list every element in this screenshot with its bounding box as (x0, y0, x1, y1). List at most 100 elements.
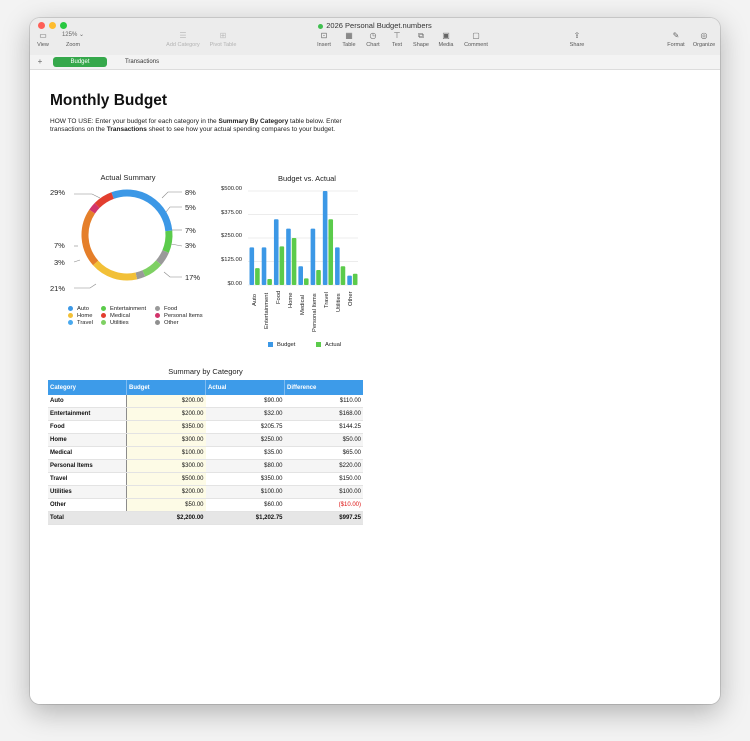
cell-difference[interactable]: $110.00 (284, 395, 363, 408)
cell-category[interactable]: Food (48, 420, 127, 434)
cell-category[interactable]: Personal Items (48, 459, 127, 473)
cell-category[interactable]: Medical (48, 446, 127, 460)
cell-difference[interactable]: ($10.00) (284, 498, 363, 512)
donut-slice-utilities[interactable] (94, 192, 114, 209)
table-row[interactable]: Medical $100.00 $35.00 $65.00 (48, 446, 363, 460)
bar-budget-food[interactable] (273, 219, 279, 285)
cell-category[interactable]: Auto (48, 395, 127, 408)
tab-budget[interactable]: Budget (53, 57, 107, 67)
add-category-button[interactable]: ☰ Add Category (163, 31, 203, 48)
donut-slice-travel[interactable] (89, 202, 100, 214)
table-row[interactable]: Home $300.00 $250.00 $50.00 (48, 433, 363, 447)
cell-actual[interactable]: $100.00 (205, 485, 285, 499)
bar-budget-travel[interactable] (322, 191, 328, 285)
sheet-canvas[interactable]: Monthly Budget HOW TO USE: Enter your bu… (30, 70, 720, 704)
table-row[interactable]: Other $50.00 $60.00 ($10.00) (48, 498, 363, 512)
bar-budget-personal-items[interactable] (310, 228, 316, 285)
organize-button[interactable]: ◎ Organize (690, 31, 718, 48)
cell-difference[interactable]: $50.00 (284, 433, 363, 447)
bar-budget-auto[interactable] (249, 247, 255, 285)
cell-difference[interactable]: $150.00 (284, 472, 363, 486)
cell-budget[interactable]: $300.00 (126, 459, 206, 473)
table-button[interactable]: ▦ Table (338, 31, 360, 48)
bar-actual-personal-items[interactable] (316, 269, 321, 285)
cell-actual[interactable]: $32.00 (205, 407, 285, 421)
view-button[interactable]: ▭ View (32, 31, 54, 48)
cell-budget[interactable]: $50.00 (126, 498, 206, 512)
bar-budget-other[interactable] (347, 275, 352, 285)
donut-slice-entertainment[interactable] (155, 250, 169, 265)
cell-budget[interactable]: $300.00 (126, 433, 206, 447)
donut-slice-auto[interactable] (162, 230, 173, 253)
pivot-table-button[interactable]: ⊞ Pivot Table (206, 31, 240, 48)
bar-budget-medical[interactable] (298, 266, 303, 285)
table-row[interactable]: Auto $200.00 $90.00 $110.00 (48, 395, 363, 408)
format-button[interactable]: ✎ Format (664, 31, 688, 48)
cell-category[interactable]: Travel (48, 472, 127, 486)
bar-actual-utilities[interactable] (340, 266, 346, 285)
summary-table[interactable]: Category Budget Actual Difference Auto $2… (48, 380, 363, 525)
bar-actual-auto[interactable] (255, 268, 260, 285)
bar-budget-home[interactable] (286, 228, 291, 285)
cell-budget[interactable]: $100.00 (126, 446, 206, 460)
cell-total-budget[interactable]: $2,200.00 (126, 511, 206, 525)
insert-button[interactable]: ⊡ Insert (313, 31, 335, 48)
cell-difference[interactable]: $220.00 (284, 459, 363, 473)
cell-category[interactable]: Other (48, 498, 127, 512)
cell-budget[interactable]: $200.00 (126, 485, 206, 499)
media-button[interactable]: ▣ Media (434, 31, 458, 48)
column-header[interactable]: Budget (126, 380, 206, 395)
table-row[interactable]: Travel $500.00 $350.00 $150.00 (48, 472, 363, 486)
zoom-value[interactable]: 125% ⌄ (58, 31, 88, 40)
donut-slice-medical[interactable] (93, 260, 138, 281)
bar-actual-home[interactable] (291, 238, 297, 285)
bar-actual-entertainment[interactable] (267, 278, 272, 285)
column-header[interactable]: Category (48, 380, 127, 395)
comment-button[interactable]: ▢ Comment (461, 31, 491, 48)
cell-actual[interactable]: $350.00 (205, 472, 285, 486)
table-row[interactable]: Utilities $200.00 $100.00 $100.00 (48, 485, 363, 499)
bar-budget-utilities[interactable] (335, 247, 340, 285)
cell-actual[interactable]: $90.00 (205, 395, 285, 408)
cell-actual[interactable]: $60.00 (205, 498, 285, 512)
cell-budget[interactable]: $200.00 (126, 407, 206, 421)
cell-category[interactable]: Entertainment (48, 407, 127, 421)
donut-slice-personal-items[interactable] (81, 209, 99, 266)
text-button[interactable]: ⊤ Text (386, 31, 408, 48)
cell-category[interactable]: Home (48, 433, 127, 447)
share-button[interactable]: ⇪ Share (565, 31, 589, 48)
add-sheet-button[interactable]: + (34, 57, 46, 67)
donut-slice-food[interactable] (142, 260, 162, 277)
column-header[interactable]: Difference (284, 380, 363, 395)
cell-budget[interactable]: $200.00 (126, 395, 206, 408)
cell-budget[interactable]: $350.00 (126, 420, 206, 434)
bar-actual-other[interactable] (352, 273, 358, 285)
cell-difference[interactable]: $65.00 (284, 446, 363, 460)
cell-difference[interactable]: $168.00 (284, 407, 363, 421)
cell-actual[interactable]: $205.75 (205, 420, 285, 434)
table-row[interactable]: Personal Items $300.00 $80.00 $220.00 (48, 459, 363, 473)
bar-chart[interactable] (248, 188, 368, 288)
cell-actual[interactable]: $35.00 (205, 446, 285, 460)
bar-actual-food[interactable] (279, 246, 285, 285)
chart-button[interactable]: ◷ Chart (362, 31, 384, 48)
bar-budget-entertainment[interactable] (261, 247, 267, 285)
cell-budget[interactable]: $500.00 (126, 472, 206, 486)
shape-button[interactable]: ⧉ Shape (410, 31, 432, 48)
donut-slice-other[interactable] (111, 189, 173, 232)
cell-difference[interactable]: $100.00 (284, 485, 363, 499)
bar-actual-medical[interactable] (303, 278, 309, 285)
total-row[interactable]: Total $2,200.00 $1,202.75 $997.25 (48, 511, 363, 525)
cell-actual[interactable]: $80.00 (205, 459, 285, 473)
cell-total-actual[interactable]: $1,202.75 (205, 511, 285, 525)
cell-total-label[interactable]: Total (48, 511, 127, 525)
zoom-control[interactable]: 125% ⌄ Zoom (58, 31, 88, 48)
cell-total-difference[interactable]: $997.25 (284, 511, 363, 525)
donut-slice-home[interactable] (135, 270, 146, 280)
cell-actual[interactable]: $250.00 (205, 433, 285, 447)
tab-transactions[interactable]: Transactions (110, 57, 174, 67)
cell-difference[interactable]: $144.25 (284, 420, 363, 434)
table-row[interactable]: Entertainment $200.00 $32.00 $168.00 (48, 407, 363, 421)
cell-category[interactable]: Utilities (48, 485, 127, 499)
column-header[interactable]: Actual (205, 380, 285, 395)
